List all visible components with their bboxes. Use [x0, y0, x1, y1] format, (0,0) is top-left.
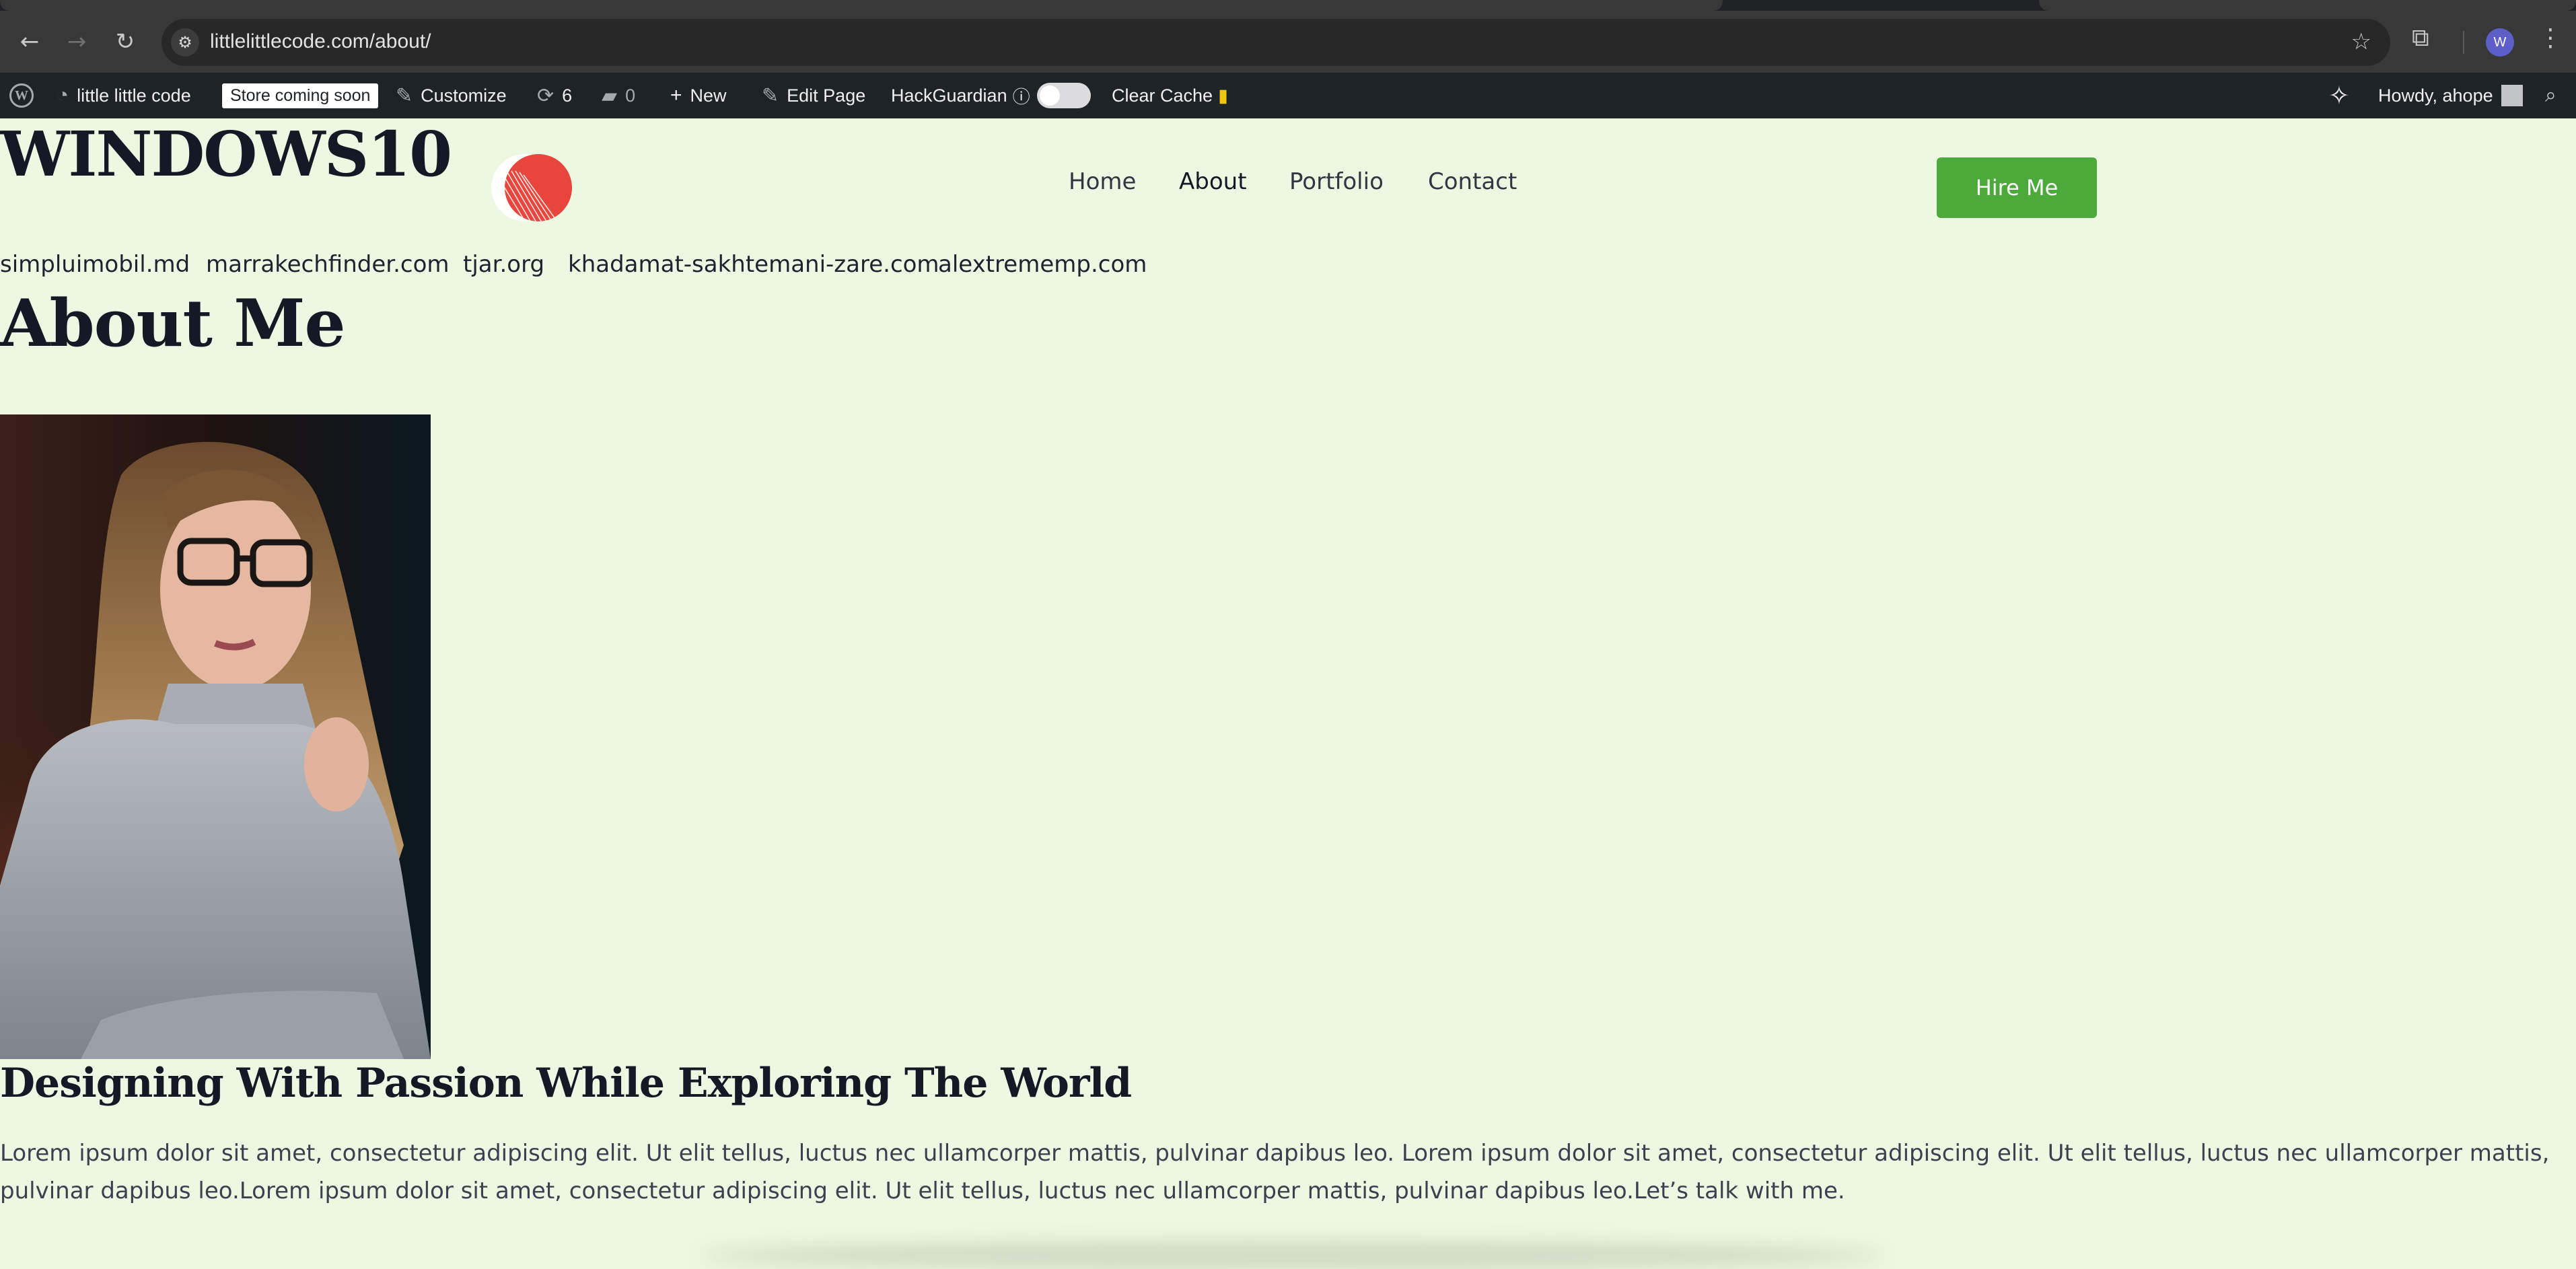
url-text[interactable]: littlelittlecode.com/about/ [210, 30, 431, 53]
customize-link[interactable]: ✎ Customize [396, 73, 507, 118]
new-content-menu[interactable]: + New [670, 73, 727, 118]
link-item[interactable]: alextrememp.com [938, 251, 1147, 278]
sponge-icon: ▮ [1218, 85, 1228, 106]
reload-icon[interactable]: ↻ [109, 26, 141, 58]
portrait-image [0, 414, 431, 1059]
forward-arrow-icon[interactable]: → [61, 26, 93, 58]
nav-portfolio[interactable]: Portfolio [1289, 168, 1384, 195]
link-item[interactable]: khadamat-sakhtemani-zare.com [568, 251, 939, 278]
clear-cache-label: Clear Cache [1112, 85, 1213, 106]
dashboard-icon: ◔ [57, 84, 69, 106]
site-logo-icon[interactable] [486, 152, 573, 223]
section-heading: Designing With Passion While Exploring T… [0, 1060, 1132, 1107]
card-shadow [700, 1242, 1884, 1269]
new-label: New [690, 85, 727, 106]
link-item[interactable]: marrakechfinder.com [206, 251, 450, 278]
profile-initial: W [2493, 34, 2507, 50]
site-title[interactable]: WINDOWS10 [0, 123, 452, 185]
toggle-knob [1039, 85, 1060, 106]
edit-page-link[interactable]: ✎ Edit Page [762, 73, 865, 118]
howdy-label: Howdy, ahope [2378, 85, 2493, 106]
comments-count: 0 [625, 85, 636, 106]
plus-icon: + [670, 84, 682, 106]
nav-about[interactable]: About [1179, 168, 1247, 195]
store-coming-soon-badge[interactable]: Store coming soon [222, 73, 379, 118]
search-icon[interactable]: ⌕ [2545, 73, 2556, 118]
toolbar-divider [2463, 31, 2464, 54]
comments-link[interactable]: ▰ 0 [602, 73, 635, 118]
hackguardian-label: HackGuardian [891, 85, 1007, 106]
hackguardian-menu[interactable]: HackGuardian ⓘ [891, 73, 1091, 118]
portrait-hand [304, 717, 369, 811]
body-paragraph: Lorem ipsum dolor sit amet, consectetur … [0, 1140, 2550, 1204]
tab-strip [0, 0, 2576, 11]
store-badge-label: Store coming soon [222, 83, 379, 108]
portrait-turtleneck [155, 684, 316, 731]
brush-icon: ✎ [396, 84, 413, 107]
updates-icon: ⟳ [537, 84, 554, 107]
customize-label: Customize [421, 85, 507, 106]
nav-contact[interactable]: Contact [1428, 168, 1517, 195]
site-name: little little code [77, 85, 191, 106]
star-icon[interactable]: ☆ [2351, 28, 2371, 55]
hire-me-button[interactable]: Hire Me [1937, 157, 2097, 218]
page-title: About Me [0, 285, 346, 361]
pencil-icon: ✎ [762, 84, 779, 107]
wp-logo-menu[interactable]: W [9, 73, 34, 118]
link-item[interactable]: simpluimobil.md [0, 251, 190, 278]
address-bar[interactable]: ⚙ littlelittlecode.com/about/ ☆ [162, 19, 2390, 66]
updates-count: 6 [562, 85, 573, 106]
kebab-menu-icon[interactable]: ⋮ [2538, 24, 2563, 52]
browser-tab[interactable] [0, 0, 1723, 11]
browser-toolbar: ← → ↻ ⚙ littlelittlecode.com/about/ ☆ ⧉ … [0, 0, 2576, 73]
edit-page-label: Edit Page [787, 85, 866, 106]
my-account-menu[interactable]: Howdy, ahope [2378, 73, 2523, 118]
clear-cache-button[interactable]: Clear Cache ▮ [1112, 73, 1228, 118]
ai-sparkle-icon[interactable]: ✧ [2328, 73, 2350, 118]
browser-tab[interactable] [2039, 0, 2576, 11]
tune-icon[interactable]: ⚙ [171, 28, 199, 57]
user-avatar [2501, 85, 2523, 106]
nav-home[interactable]: Home [1069, 168, 1136, 195]
link-item[interactable]: tjar.org [463, 251, 544, 278]
updates-link[interactable]: ⟳ 6 [537, 73, 572, 118]
puzzle-icon[interactable]: ⧉ [2412, 24, 2429, 52]
hackguardian-toggle[interactable] [1036, 83, 1091, 108]
profile-avatar[interactable]: W [2486, 28, 2514, 57]
wordpress-icon: W [9, 83, 34, 108]
comment-icon: ▰ [602, 84, 618, 107]
site-name-menu[interactable]: ◔ little little code [57, 73, 191, 118]
back-arrow-icon[interactable]: ← [13, 26, 46, 58]
info-icon[interactable]: ⓘ [1013, 83, 1030, 108]
wp-admin-bar: W ◔ little little code Store coming soon… [0, 73, 2576, 118]
